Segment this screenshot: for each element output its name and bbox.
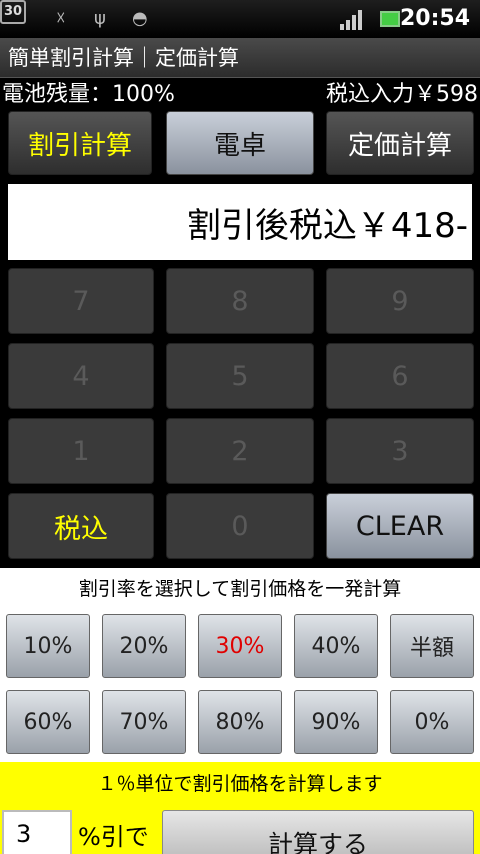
custom-rate-hint: １％単位で割引価格を計算します [97,773,383,795]
percent-off-label: %引で [78,823,149,851]
clock: 20:54 [399,6,470,31]
compute-button[interactable]: 計算する [162,810,474,854]
android-debug-icon: ◓ [132,8,148,29]
key-0[interactable]: 0 [166,493,314,559]
rate-hint: 割引率を選択して割引価格を一発計算 [78,578,402,600]
rate-button-90[interactable]: 90% [294,690,378,754]
result-display: 割引後税込￥418- [8,184,472,260]
result-text: 割引後税込￥418- [186,205,468,246]
usb-icon: ψ [94,8,106,29]
signal-icon [340,10,362,30]
battery-level-text: 電池残量：100% [2,82,175,107]
key-6[interactable]: 6 [326,343,474,409]
discount-mode-button[interactable]: 割引計算 [8,111,152,175]
app-title-bar: 簡単割引計算｜定価計算 [0,38,480,78]
key-4[interactable]: 4 [8,343,154,409]
rate-button-0[interactable]: 0% [390,690,474,754]
key-9[interactable]: 9 [326,268,474,334]
percent-input[interactable] [2,810,72,854]
key-1[interactable]: 1 [8,418,154,484]
key-2[interactable]: 2 [166,418,314,484]
rate-button-40[interactable]: 40% [294,614,378,678]
key-8[interactable]: 8 [166,268,314,334]
list-price-mode-button[interactable]: 定価計算 [326,111,474,175]
status-bar: 30 ☓ ψ ◓ 20:54 [0,0,480,38]
key-7[interactable]: 7 [8,268,154,334]
rate-button-60[interactable]: 60% [6,690,90,754]
tax-input-text: 税込入力￥598 [326,82,478,107]
app-title: 簡単割引計算｜定価計算 [8,46,239,70]
rate-button-20[interactable]: 20% [102,614,186,678]
rate-button-half[interactable]: 半額 [390,614,474,678]
key-3[interactable]: 3 [326,418,474,484]
rate-button-70[interactable]: 70% [102,690,186,754]
battery-icon [380,11,400,27]
tax-included-button[interactable]: 税込 [8,493,154,559]
calendar-icon: 30 [0,0,26,24]
rate-button-80[interactable]: 80% [198,690,282,754]
rate-button-30[interactable]: 30% [198,614,282,678]
key-5[interactable]: 5 [166,343,314,409]
calculator-mode-button[interactable]: 電卓 [166,111,314,175]
missed-call-icon: ☓ [56,8,66,29]
rate-button-10[interactable]: 10% [6,614,90,678]
clear-button[interactable]: CLEAR [326,493,474,559]
